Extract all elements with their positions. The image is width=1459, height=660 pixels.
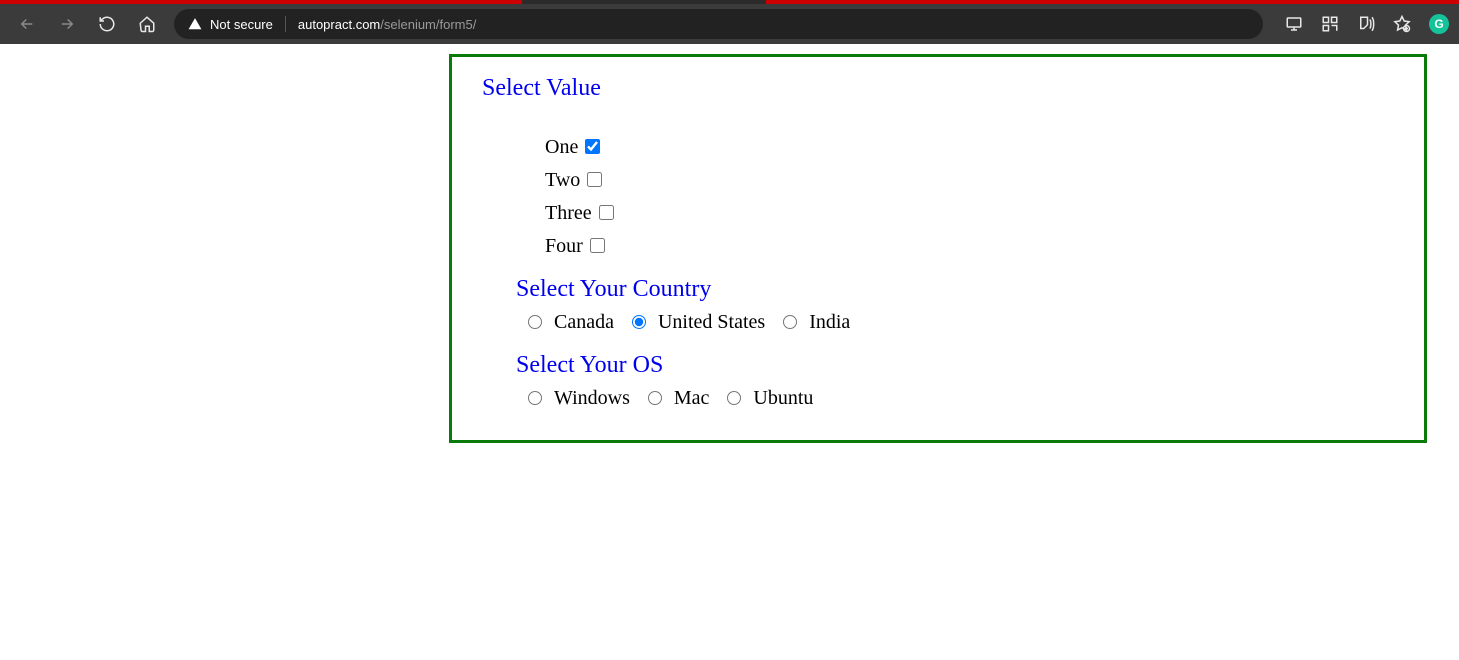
radio-label: Canada (554, 311, 614, 333)
not-secure-label: Not secure (210, 17, 285, 32)
address-bar[interactable]: Not secure autopract.com/selenium/form5/ (174, 9, 1263, 39)
favorite-button[interactable] (1385, 7, 1419, 41)
select-value-heading: Select Value (482, 75, 1394, 102)
home-icon (138, 15, 156, 33)
checkbox-four[interactable] (590, 238, 605, 253)
checkbox-row-three: Three (545, 202, 1394, 225)
checkbox-one[interactable] (585, 139, 600, 154)
arrow-left-icon (18, 15, 36, 33)
url-separator (285, 16, 286, 32)
url-path: /selenium/form5/ (380, 17, 476, 32)
read-aloud-button[interactable] (1349, 7, 1383, 41)
checkbox-label: Four (545, 235, 583, 257)
desktop-icon (1285, 15, 1303, 33)
radio-label: India (809, 311, 850, 333)
radio-windows[interactable] (528, 391, 542, 405)
checkbox-label: One (545, 136, 578, 158)
qr-icon (1321, 15, 1339, 33)
radio-canada[interactable] (528, 315, 542, 329)
radio-label: Ubuntu (753, 387, 813, 409)
checkbox-three[interactable] (599, 205, 614, 220)
checkbox-row-four: Four (545, 235, 1394, 258)
read-aloud-icon (1357, 15, 1375, 33)
radio-mac[interactable] (648, 391, 662, 405)
browser-toolbar: Not secure autopract.com/selenium/form5/… (0, 4, 1459, 44)
radio-option-united-states[interactable]: United States (632, 311, 765, 333)
radio-united-states[interactable] (632, 315, 646, 329)
arrow-right-icon (58, 15, 76, 33)
qr-button[interactable] (1313, 7, 1347, 41)
radio-india[interactable] (783, 315, 797, 329)
window-accent-bar (0, 0, 1459, 4)
checkbox-row-one: One (545, 136, 1394, 159)
desktop-view-button[interactable] (1277, 7, 1311, 41)
select-os-heading: Select Your OS (516, 352, 1394, 379)
star-add-icon (1393, 15, 1411, 33)
refresh-button[interactable] (90, 7, 124, 41)
back-button[interactable] (10, 7, 44, 41)
form-panel: Select Value One Two Three Four Select Y… (449, 54, 1427, 443)
grammarly-icon[interactable]: G (1429, 14, 1449, 34)
radio-label: United States (658, 311, 765, 333)
home-button[interactable] (130, 7, 164, 41)
forward-button[interactable] (50, 7, 84, 41)
radio-label: Windows (554, 387, 630, 409)
checkbox-label: Three (545, 202, 592, 224)
refresh-icon (98, 15, 116, 33)
radio-option-windows[interactable]: Windows (528, 387, 630, 409)
warning-icon (188, 17, 202, 31)
radio-option-ubuntu[interactable]: Ubuntu (727, 387, 813, 409)
radio-option-canada[interactable]: Canada (528, 311, 614, 333)
select-country-heading: Select Your Country (516, 276, 1394, 303)
checkbox-row-two: Two (545, 169, 1394, 192)
radio-option-mac[interactable]: Mac (648, 387, 710, 409)
checkbox-two[interactable] (587, 172, 602, 187)
radio-option-india[interactable]: India (783, 311, 850, 333)
checkbox-label: Two (545, 169, 580, 191)
radio-label: Mac (674, 387, 710, 409)
radio-ubuntu[interactable] (727, 391, 741, 405)
url-domain: autopract.com (298, 17, 380, 32)
